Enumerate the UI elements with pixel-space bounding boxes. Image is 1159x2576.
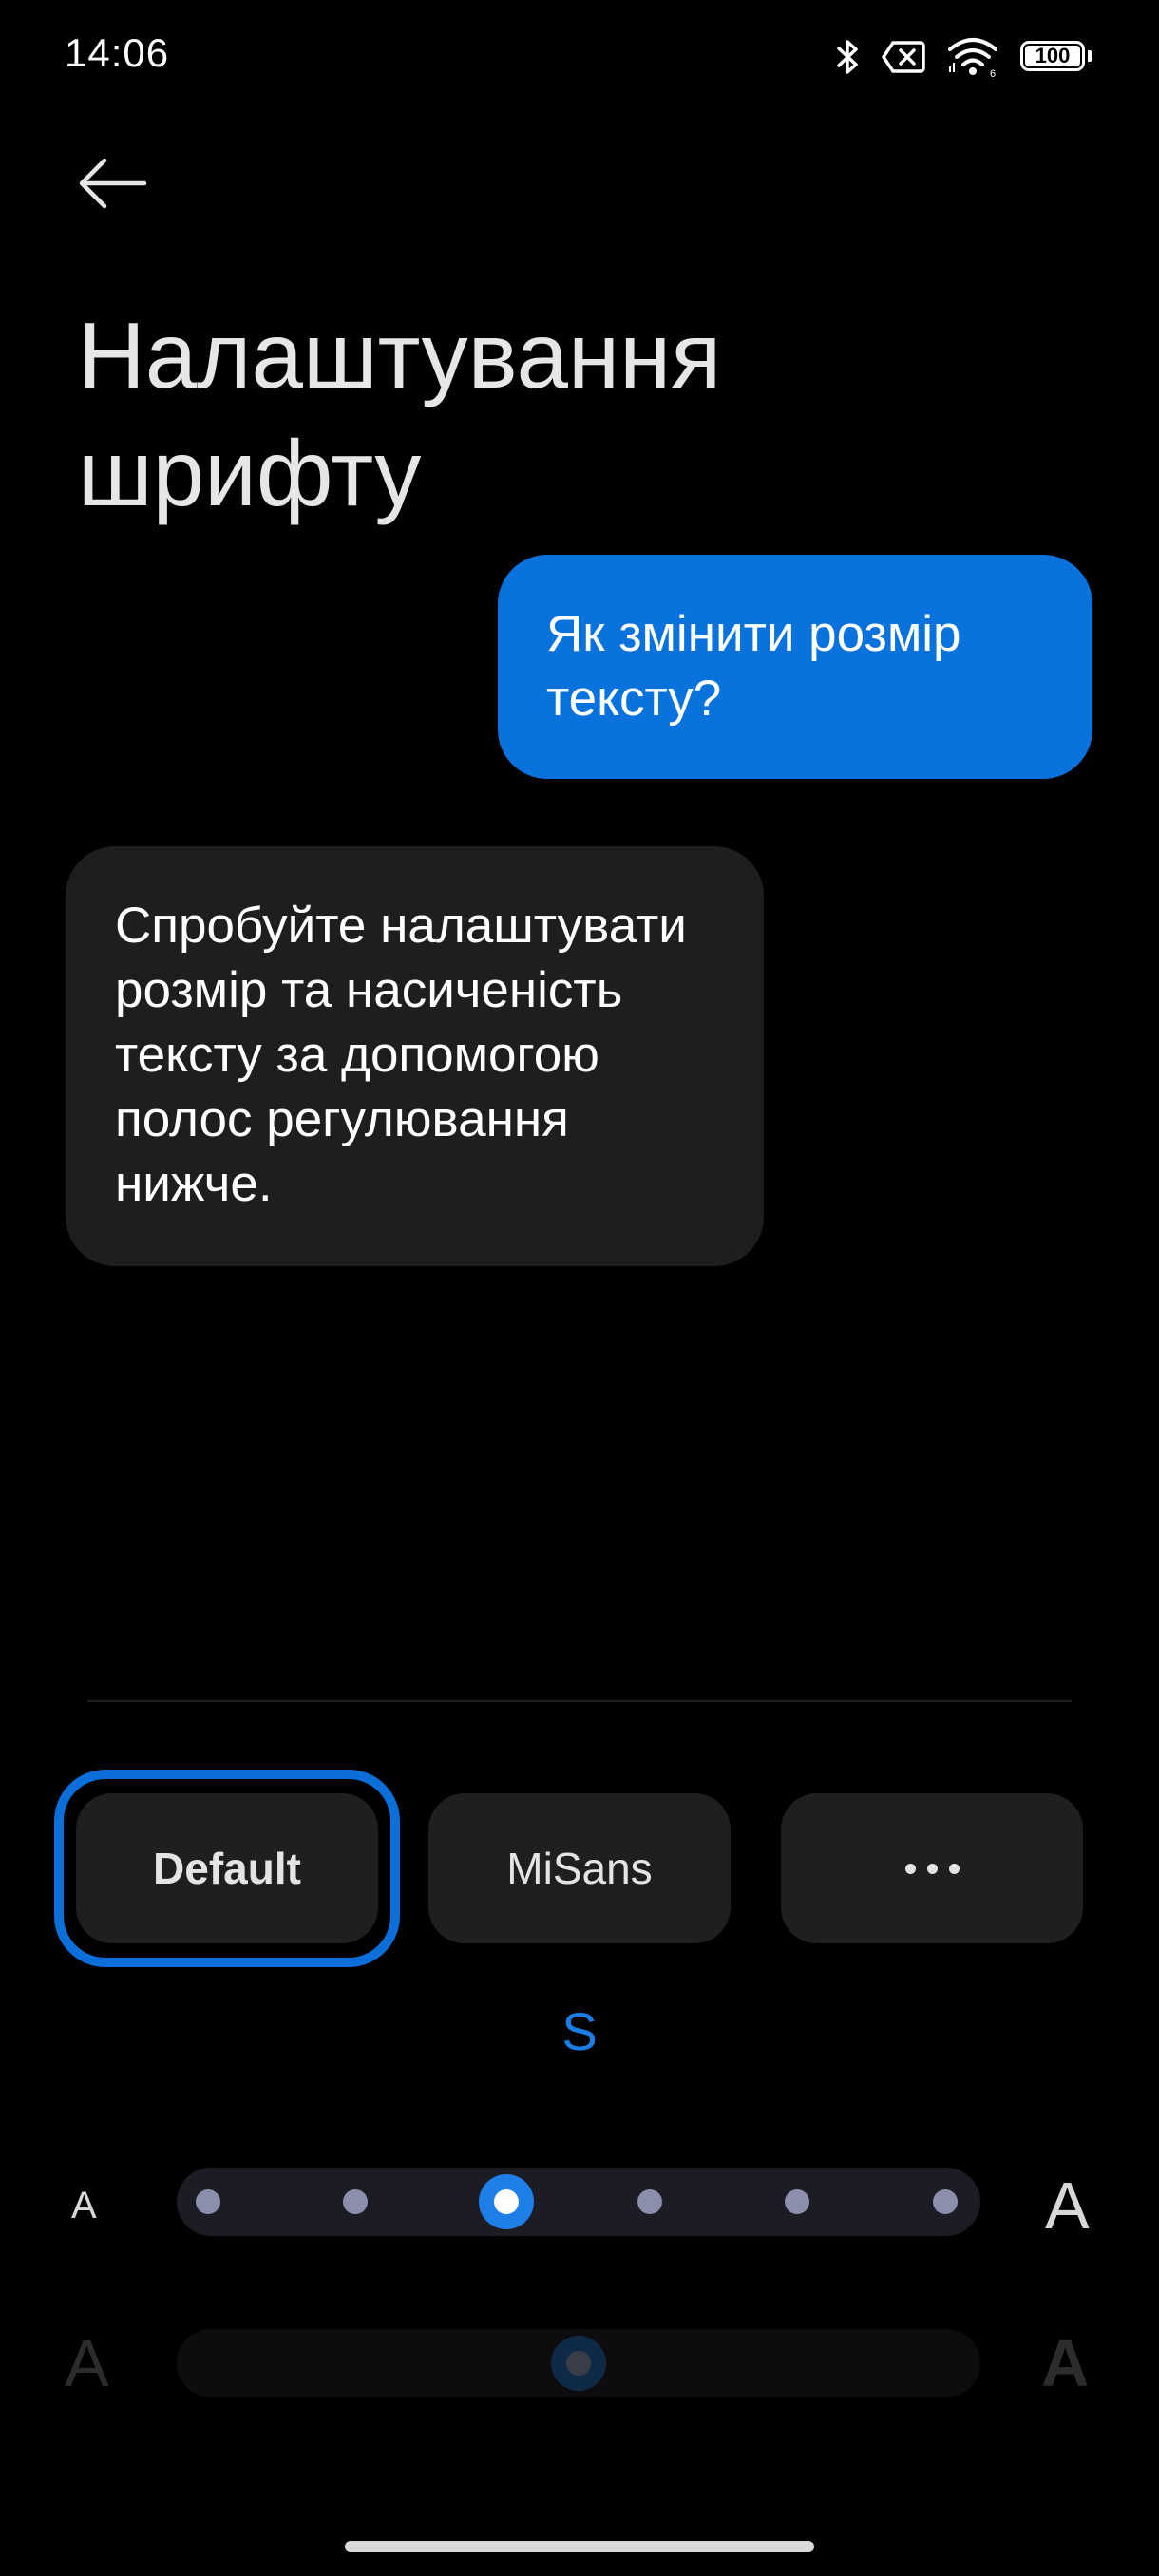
page-title-line2: шрифту <box>78 421 422 525</box>
slider-step[interactable] <box>196 2189 220 2214</box>
font-weight-slider-row: A A <box>0 2325 1159 2401</box>
font-size-max-label: A <box>1045 2169 1090 2243</box>
battery-icon: 100 <box>1020 41 1092 73</box>
font-weight-max-label: A <box>1041 2326 1090 2400</box>
bluetooth-icon <box>836 38 861 76</box>
font-option-default[interactable]: Default <box>76 1793 378 1943</box>
status-time: 14:06 <box>65 30 170 75</box>
svg-text:6: 6 <box>990 68 996 78</box>
page-title: Налаштування шрифту <box>78 296 1028 532</box>
back-button[interactable] <box>76 152 162 218</box>
font-size-slider-row: A A <box>0 2168 1159 2244</box>
preview-question-bubble: Як змінити розмір тексту? <box>498 555 1092 779</box>
divider <box>87 1700 1072 1702</box>
font-size-label: S <box>561 2001 598 2061</box>
font-more-button[interactable] <box>781 1793 1083 1943</box>
no-sim-icon <box>882 40 925 74</box>
font-size-min-label: A <box>71 2184 97 2226</box>
slider-step[interactable] <box>785 2189 809 2214</box>
wifi-icon: 6 <box>946 36 999 78</box>
arrow-left-icon <box>76 157 148 215</box>
font-weight-min-label: A <box>65 2326 109 2400</box>
slider-step[interactable] <box>933 2189 958 2214</box>
font-option-misans[interactable]: MiSans <box>428 1793 731 1943</box>
font-weight-slider[interactable] <box>177 2329 980 2397</box>
slider-step[interactable] <box>343 2189 368 2214</box>
battery-level: 100 <box>1035 44 1071 67</box>
slider-thumb[interactable] <box>551 2336 606 2391</box>
home-indicator[interactable] <box>345 2541 814 2552</box>
preview-answer-bubble: Спробуйте налаштувати розмір та насичені… <box>66 846 764 1266</box>
page-title-line1: Налаштування <box>78 303 722 407</box>
more-horizontal-icon <box>904 1863 960 1874</box>
status-icons: 6 100 <box>836 36 1092 78</box>
slider-step[interactable] <box>637 2189 662 2214</box>
font-size-slider[interactable] <box>177 2168 980 2236</box>
slider-thumb[interactable] <box>479 2174 534 2229</box>
status-bar: 14:06 6 100 <box>0 0 1159 114</box>
